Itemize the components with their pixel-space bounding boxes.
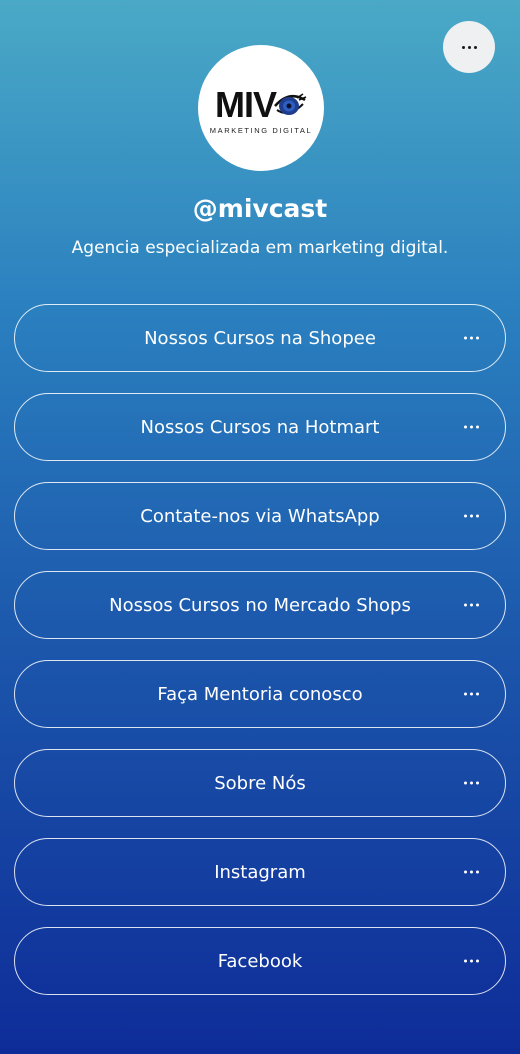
link-label: Nossos Cursos no Mercado Shops — [109, 594, 411, 616]
link-label: Nossos Cursos na Hotmart — [140, 416, 380, 438]
link-button-shopee[interactable]: Nossos Cursos na Shopee — [14, 304, 506, 372]
eye-logo-icon — [274, 93, 307, 115]
profile-avatar: MIV MARKETING DIGITAL — [198, 45, 324, 171]
link-button-mentoria[interactable]: Faça Mentoria conosco — [14, 660, 506, 728]
link-label: Contate-nos via WhatsApp — [140, 505, 380, 527]
more-horizontal-icon[interactable] — [464, 425, 479, 429]
more-horizontal-icon[interactable] — [464, 781, 479, 785]
more-horizontal-icon[interactable] — [464, 870, 479, 874]
more-horizontal-icon — [461, 45, 477, 49]
profile-bio: Agencia especializada em marketing digit… — [71, 238, 449, 258]
more-horizontal-icon[interactable] — [464, 336, 479, 340]
link-button-whatsapp[interactable]: Contate-nos via WhatsApp — [14, 482, 506, 550]
link-label: Instagram — [214, 861, 306, 883]
more-horizontal-icon[interactable] — [464, 514, 479, 518]
linktree-page: MIV MARKETING DIGITAL @mivcast Agencia e… — [0, 0, 520, 1054]
logo-subtitle: MARKETING DIGITAL — [209, 126, 313, 135]
logo-text: MIV — [214, 84, 277, 125]
link-list: Nossos Cursos na Shopee Nossos Cursos na… — [14, 304, 506, 995]
link-label: Sobre Nós — [214, 772, 306, 794]
more-horizontal-icon[interactable] — [464, 959, 479, 963]
logo: MIV — [215, 87, 307, 123]
more-horizontal-icon[interactable] — [464, 692, 479, 696]
page-menu-button[interactable] — [443, 21, 495, 73]
link-label: Facebook — [217, 950, 303, 972]
link-label: Nossos Cursos na Shopee — [144, 327, 376, 349]
more-horizontal-icon[interactable] — [464, 603, 479, 607]
profile-handle: @mivcast — [192, 194, 328, 223]
link-button-instagram[interactable]: Instagram — [14, 838, 506, 906]
link-button-sobre-nos[interactable]: Sobre Nós — [14, 749, 506, 817]
link-label: Faça Mentoria conosco — [157, 683, 363, 705]
link-button-mercado-shops[interactable]: Nossos Cursos no Mercado Shops — [14, 571, 506, 639]
link-button-hotmart[interactable]: Nossos Cursos na Hotmart — [14, 393, 506, 461]
link-button-facebook[interactable]: Facebook — [14, 927, 506, 995]
